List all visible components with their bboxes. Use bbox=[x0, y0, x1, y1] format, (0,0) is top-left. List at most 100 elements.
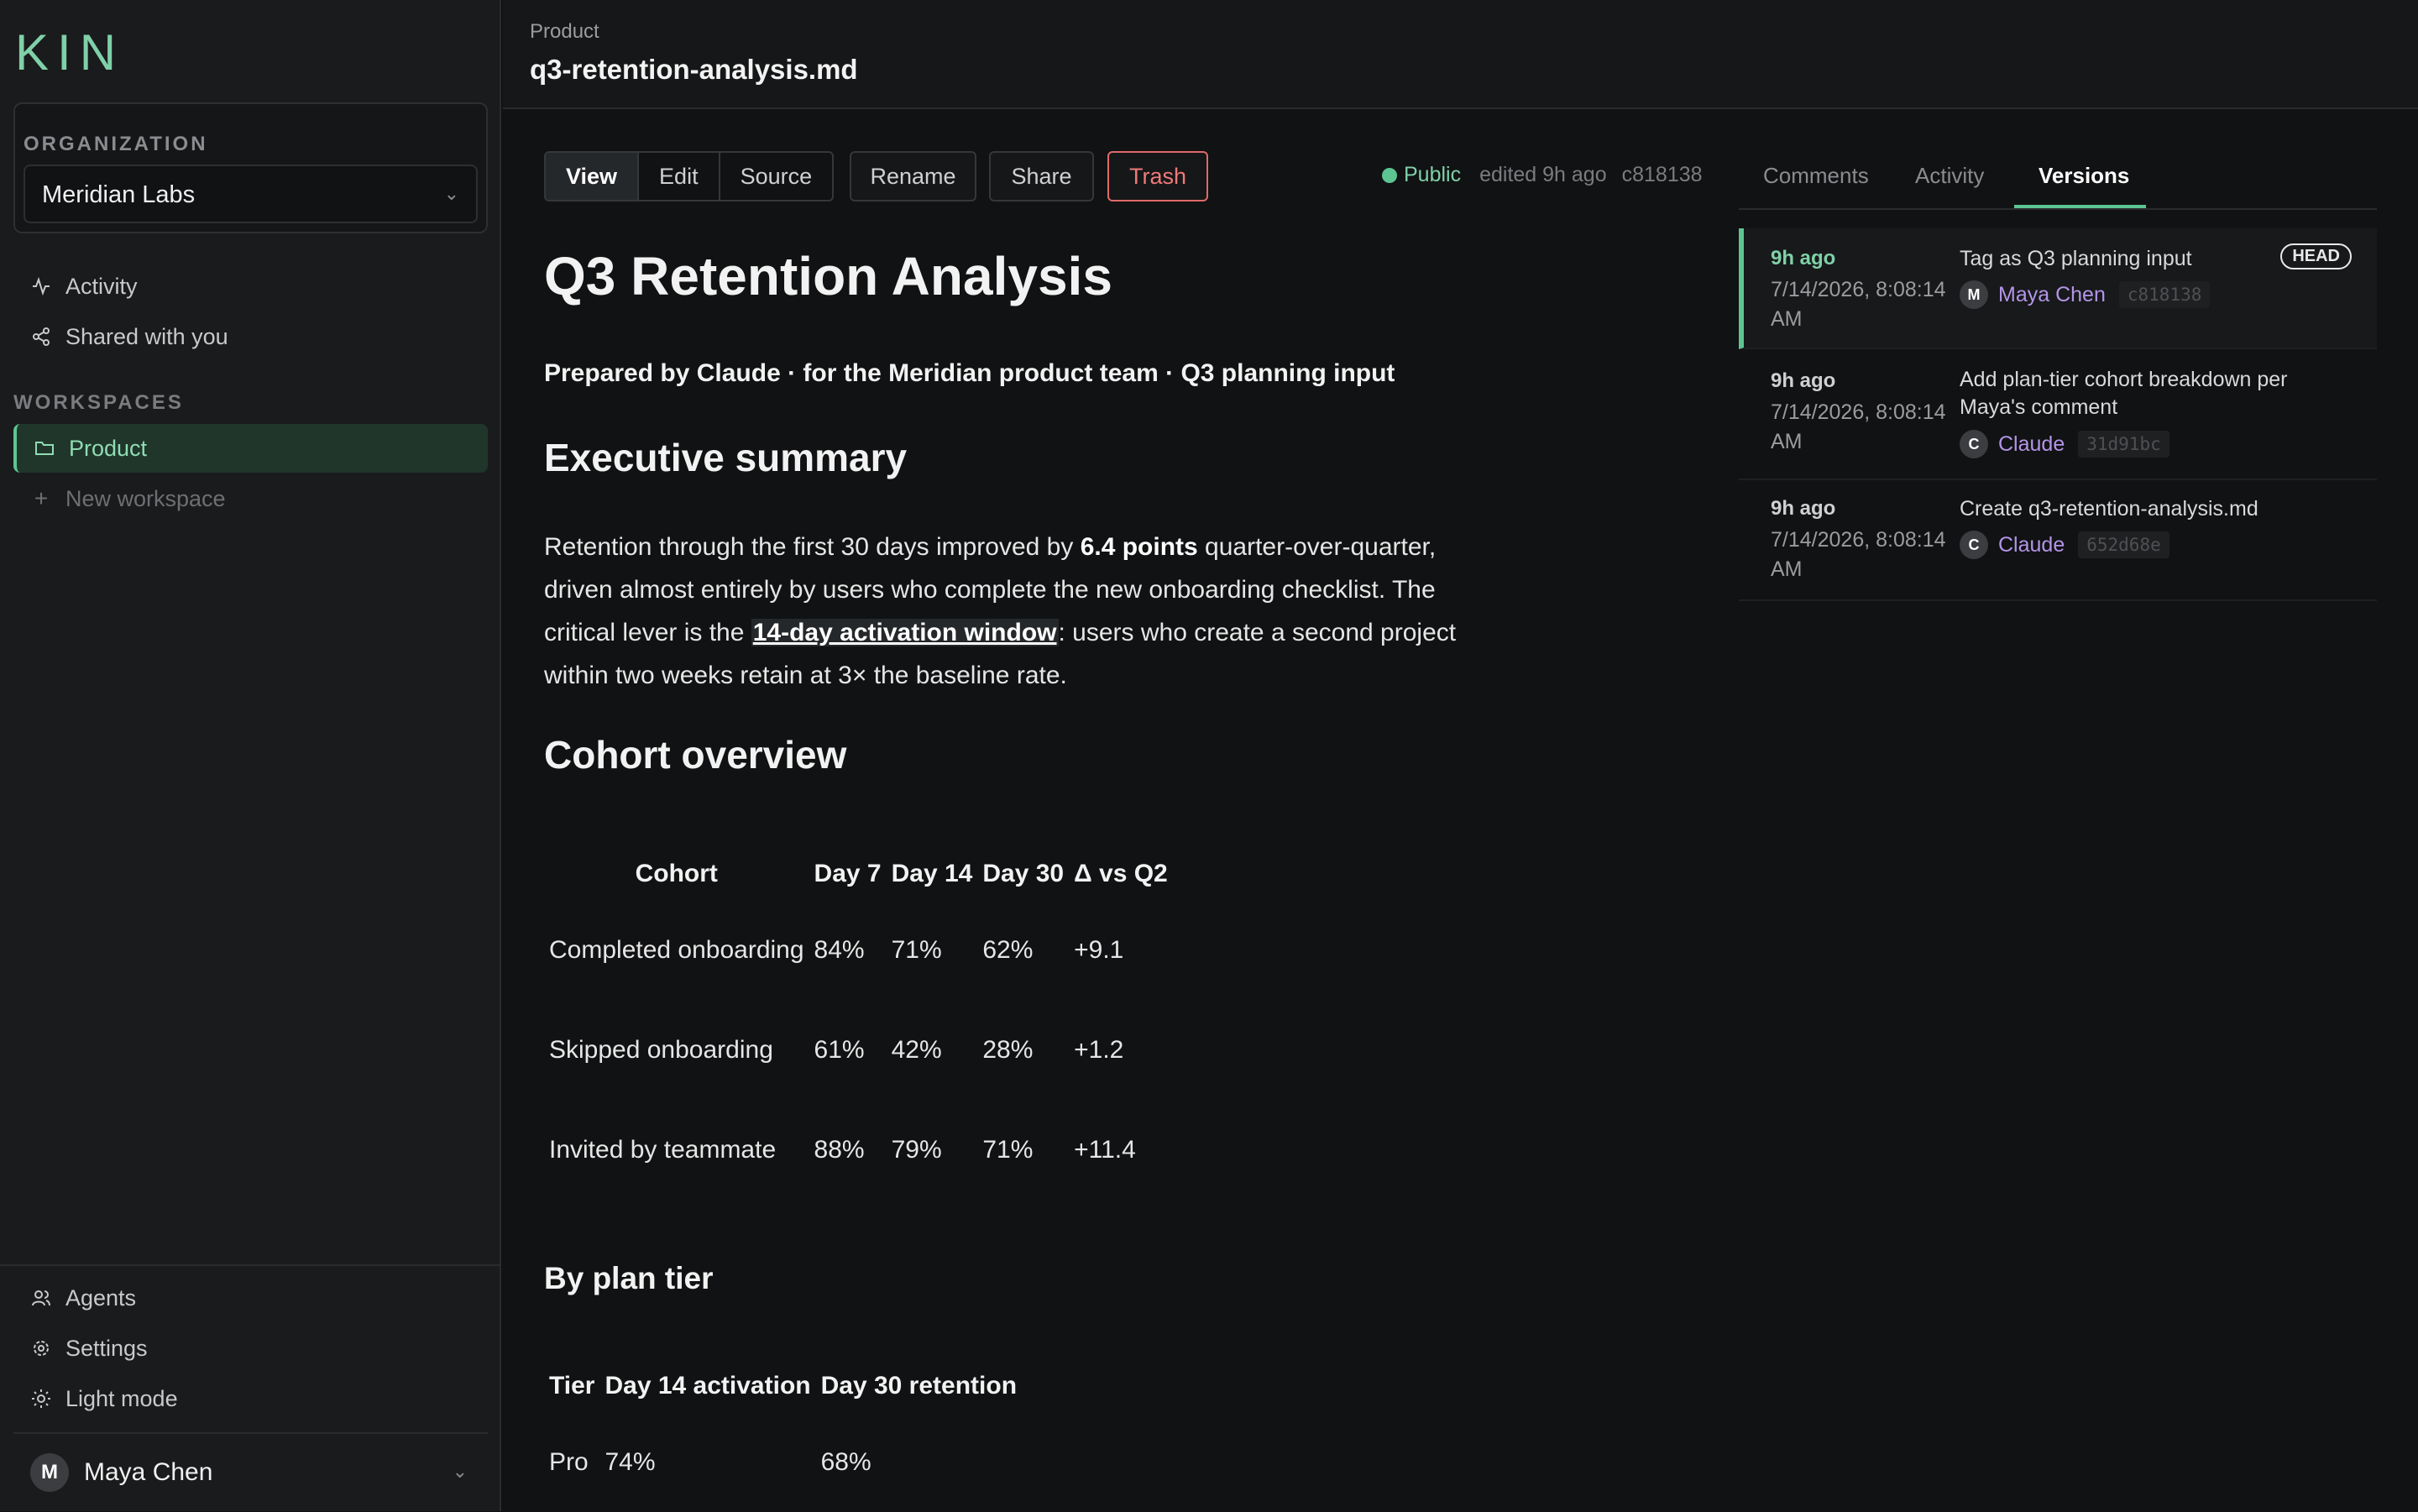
visibility-badge[interactable]: Public bbox=[1404, 163, 1461, 187]
version-item[interactable]: 9h ago 7/14/2026, 8:08:14 AM Create q3-r… bbox=[1739, 480, 2377, 601]
cohort-table: Cohort Day 7 Day 14 Day 30 Δ vs Q2 Compl… bbox=[544, 848, 1173, 1200]
table-cell: +9.1 bbox=[1074, 935, 1124, 964]
version-date: 7/14/2026, 8:08:14 AM bbox=[1771, 278, 1946, 331]
table-row: Completed onboarding 84% 71% 62% +9.1 bbox=[544, 900, 1173, 1000]
sidebar-item-label: Product bbox=[69, 435, 148, 461]
version-date: 7/14/2026, 8:08:14 AM bbox=[1771, 400, 1946, 453]
column-header: Day 7 bbox=[814, 860, 882, 887]
version-sha: c818138 bbox=[2118, 281, 2211, 308]
view-button[interactable]: View bbox=[546, 153, 640, 200]
divider bbox=[13, 1432, 488, 1434]
author-name: Claude bbox=[1998, 532, 2065, 557]
version-author: M Maya Chen c818138 bbox=[1960, 280, 2211, 309]
table-cell: 61% bbox=[814, 1035, 865, 1064]
user-name: Maya Chen bbox=[84, 1458, 213, 1486]
table-cell: Invited by teammate bbox=[549, 1135, 777, 1164]
version-message: Add plan-tier cohort breakdown per Maya'… bbox=[1960, 368, 2288, 419]
table-cell: 79% bbox=[891, 1135, 942, 1164]
new-workspace-label: New workspace bbox=[65, 485, 226, 511]
table-row: Pro 74% 68% bbox=[544, 1412, 1022, 1512]
sidebar-item-product[interactable]: Product bbox=[13, 424, 488, 473]
share-icon bbox=[30, 326, 52, 348]
folder-icon bbox=[34, 437, 55, 459]
source-button[interactable]: Source bbox=[720, 153, 833, 200]
table-header-row: Cohort Day 7 Day 14 Day 30 Δ vs Q2 bbox=[544, 848, 1173, 900]
emphasis: 6.4 points bbox=[1080, 533, 1198, 561]
organization-label: ORGANIZATION bbox=[24, 133, 208, 155]
activity-icon bbox=[30, 275, 52, 297]
page-header: Product q3-retention-analysis.md bbox=[503, 0, 2418, 109]
sidebar-item-label: Activity bbox=[65, 273, 138, 299]
table-header-row: Tier Day 14 activation Day 30 retention bbox=[544, 1360, 1022, 1412]
column-header: Δ vs Q2 bbox=[1074, 860, 1168, 887]
table-row: Invited by teammate 88% 79% 71% +11.4 bbox=[544, 1100, 1173, 1200]
version-time: 9h ago bbox=[1771, 247, 1836, 269]
exec-summary-paragraph: Retention through the first 30 days impr… bbox=[544, 526, 1510, 697]
share-button[interactable]: Share bbox=[989, 151, 1094, 201]
breadcrumb[interactable]: Product bbox=[530, 20, 599, 44]
table-cell: 42% bbox=[891, 1035, 942, 1064]
document-title: Q3 Retention Analysis bbox=[544, 246, 1112, 306]
document-byline: Prepared by Claude · for the Meridian pr… bbox=[544, 359, 1395, 387]
sidebar-item-activity[interactable]: Activity bbox=[13, 262, 488, 311]
version-sha: 31d91bc bbox=[2078, 431, 2169, 458]
table-row: Skipped onboarding 61% 42% 28% +1.2 bbox=[544, 1000, 1173, 1100]
avatar: M bbox=[1960, 280, 1988, 309]
table-cell: 71% bbox=[982, 1135, 1034, 1164]
version-author: C Claude 652d68e bbox=[1960, 531, 2169, 559]
tab-activity[interactable]: Activity bbox=[1915, 163, 1984, 189]
table-cell: 68% bbox=[820, 1447, 871, 1476]
table-cell: +1.2 bbox=[1074, 1035, 1124, 1064]
view-mode-toggle: View Edit Source bbox=[544, 151, 835, 201]
organization-select[interactable]: Meridian Labs ⌄ bbox=[24, 165, 478, 223]
author-name: Claude bbox=[1998, 432, 2065, 456]
version-date: 7/14/2026, 8:08:14 AM bbox=[1771, 528, 1946, 581]
trash-button[interactable]: Trash bbox=[1107, 151, 1208, 201]
table-cell: 84% bbox=[814, 935, 865, 964]
status-dot bbox=[1382, 167, 1397, 183]
table-cell: 28% bbox=[982, 1035, 1034, 1064]
text: Retention through the first 30 days impr… bbox=[544, 533, 1081, 561]
sidebar-item-label: Shared with you bbox=[65, 323, 228, 349]
user-menu[interactable]: M Maya Chen ⌄ bbox=[13, 1446, 488, 1499]
cohort-heading: Cohort overview bbox=[544, 733, 847, 777]
plan-tier-heading: By plan tier bbox=[544, 1261, 714, 1295]
head-badge: HEAD bbox=[2280, 243, 2352, 269]
app-logo[interactable]: KIN bbox=[15, 24, 124, 81]
sidebar-item-light-mode[interactable]: Light mode bbox=[13, 1374, 488, 1423]
table-cell: +11.4 bbox=[1074, 1135, 1136, 1164]
tab-comments[interactable]: Comments bbox=[1763, 163, 1869, 189]
table-cell: Completed onboarding bbox=[549, 935, 804, 964]
commit-sha: c818138 bbox=[1621, 163, 1703, 186]
plan-tier-table: Tier Day 14 activation Day 30 retention … bbox=[544, 1360, 1022, 1512]
tab-versions[interactable]: Versions bbox=[2039, 163, 2129, 189]
version-author: C Claude 31d91bc bbox=[1960, 430, 2169, 458]
column-header: Tier bbox=[549, 1372, 595, 1400]
page-title: q3-retention-analysis.md bbox=[530, 54, 858, 85]
version-time: 9h ago bbox=[1771, 497, 1836, 520]
table-cell: 74% bbox=[604, 1447, 656, 1476]
table-cell: Skipped onboarding bbox=[549, 1035, 773, 1064]
version-item[interactable]: 9h ago 7/14/2026, 8:08:14 AM Add plan-ti… bbox=[1739, 349, 2377, 480]
author-name: Maya Chen bbox=[1998, 282, 2106, 306]
sidebar-item-shared[interactable]: Shared with you bbox=[13, 312, 488, 361]
sidebar-item-settings[interactable]: Settings bbox=[13, 1324, 488, 1373]
version-message: Tag as Q3 planning input bbox=[1960, 247, 2192, 270]
avatar: C bbox=[1960, 430, 1988, 458]
edit-button[interactable]: Edit bbox=[639, 153, 720, 200]
inline-link[interactable]: 14-day activation window bbox=[751, 619, 1059, 646]
sun-icon bbox=[30, 1388, 52, 1410]
new-workspace-button[interactable]: + New workspace bbox=[13, 474, 488, 523]
edited-time: edited 9h ago bbox=[1479, 163, 1607, 186]
sidebar-item-agents[interactable]: Agents bbox=[13, 1274, 488, 1322]
table-cell: Pro bbox=[549, 1447, 589, 1476]
exec-summary-heading: Executive summary bbox=[544, 436, 908, 479]
version-item[interactable]: 9h ago 7/14/2026, 8:08:14 AM Tag as Q3 p… bbox=[1739, 228, 2377, 349]
organization-value: Meridian Labs bbox=[42, 181, 196, 208]
workspaces-label: WORKSPACES bbox=[13, 391, 184, 414]
version-time: 9h ago bbox=[1771, 369, 1836, 392]
rename-button[interactable]: Rename bbox=[850, 151, 976, 201]
version-sha: 652d68e bbox=[2078, 531, 2169, 558]
plus-icon: + bbox=[34, 485, 49, 511]
side-panel-tabs: Comments Activity Versions bbox=[1739, 149, 2377, 210]
